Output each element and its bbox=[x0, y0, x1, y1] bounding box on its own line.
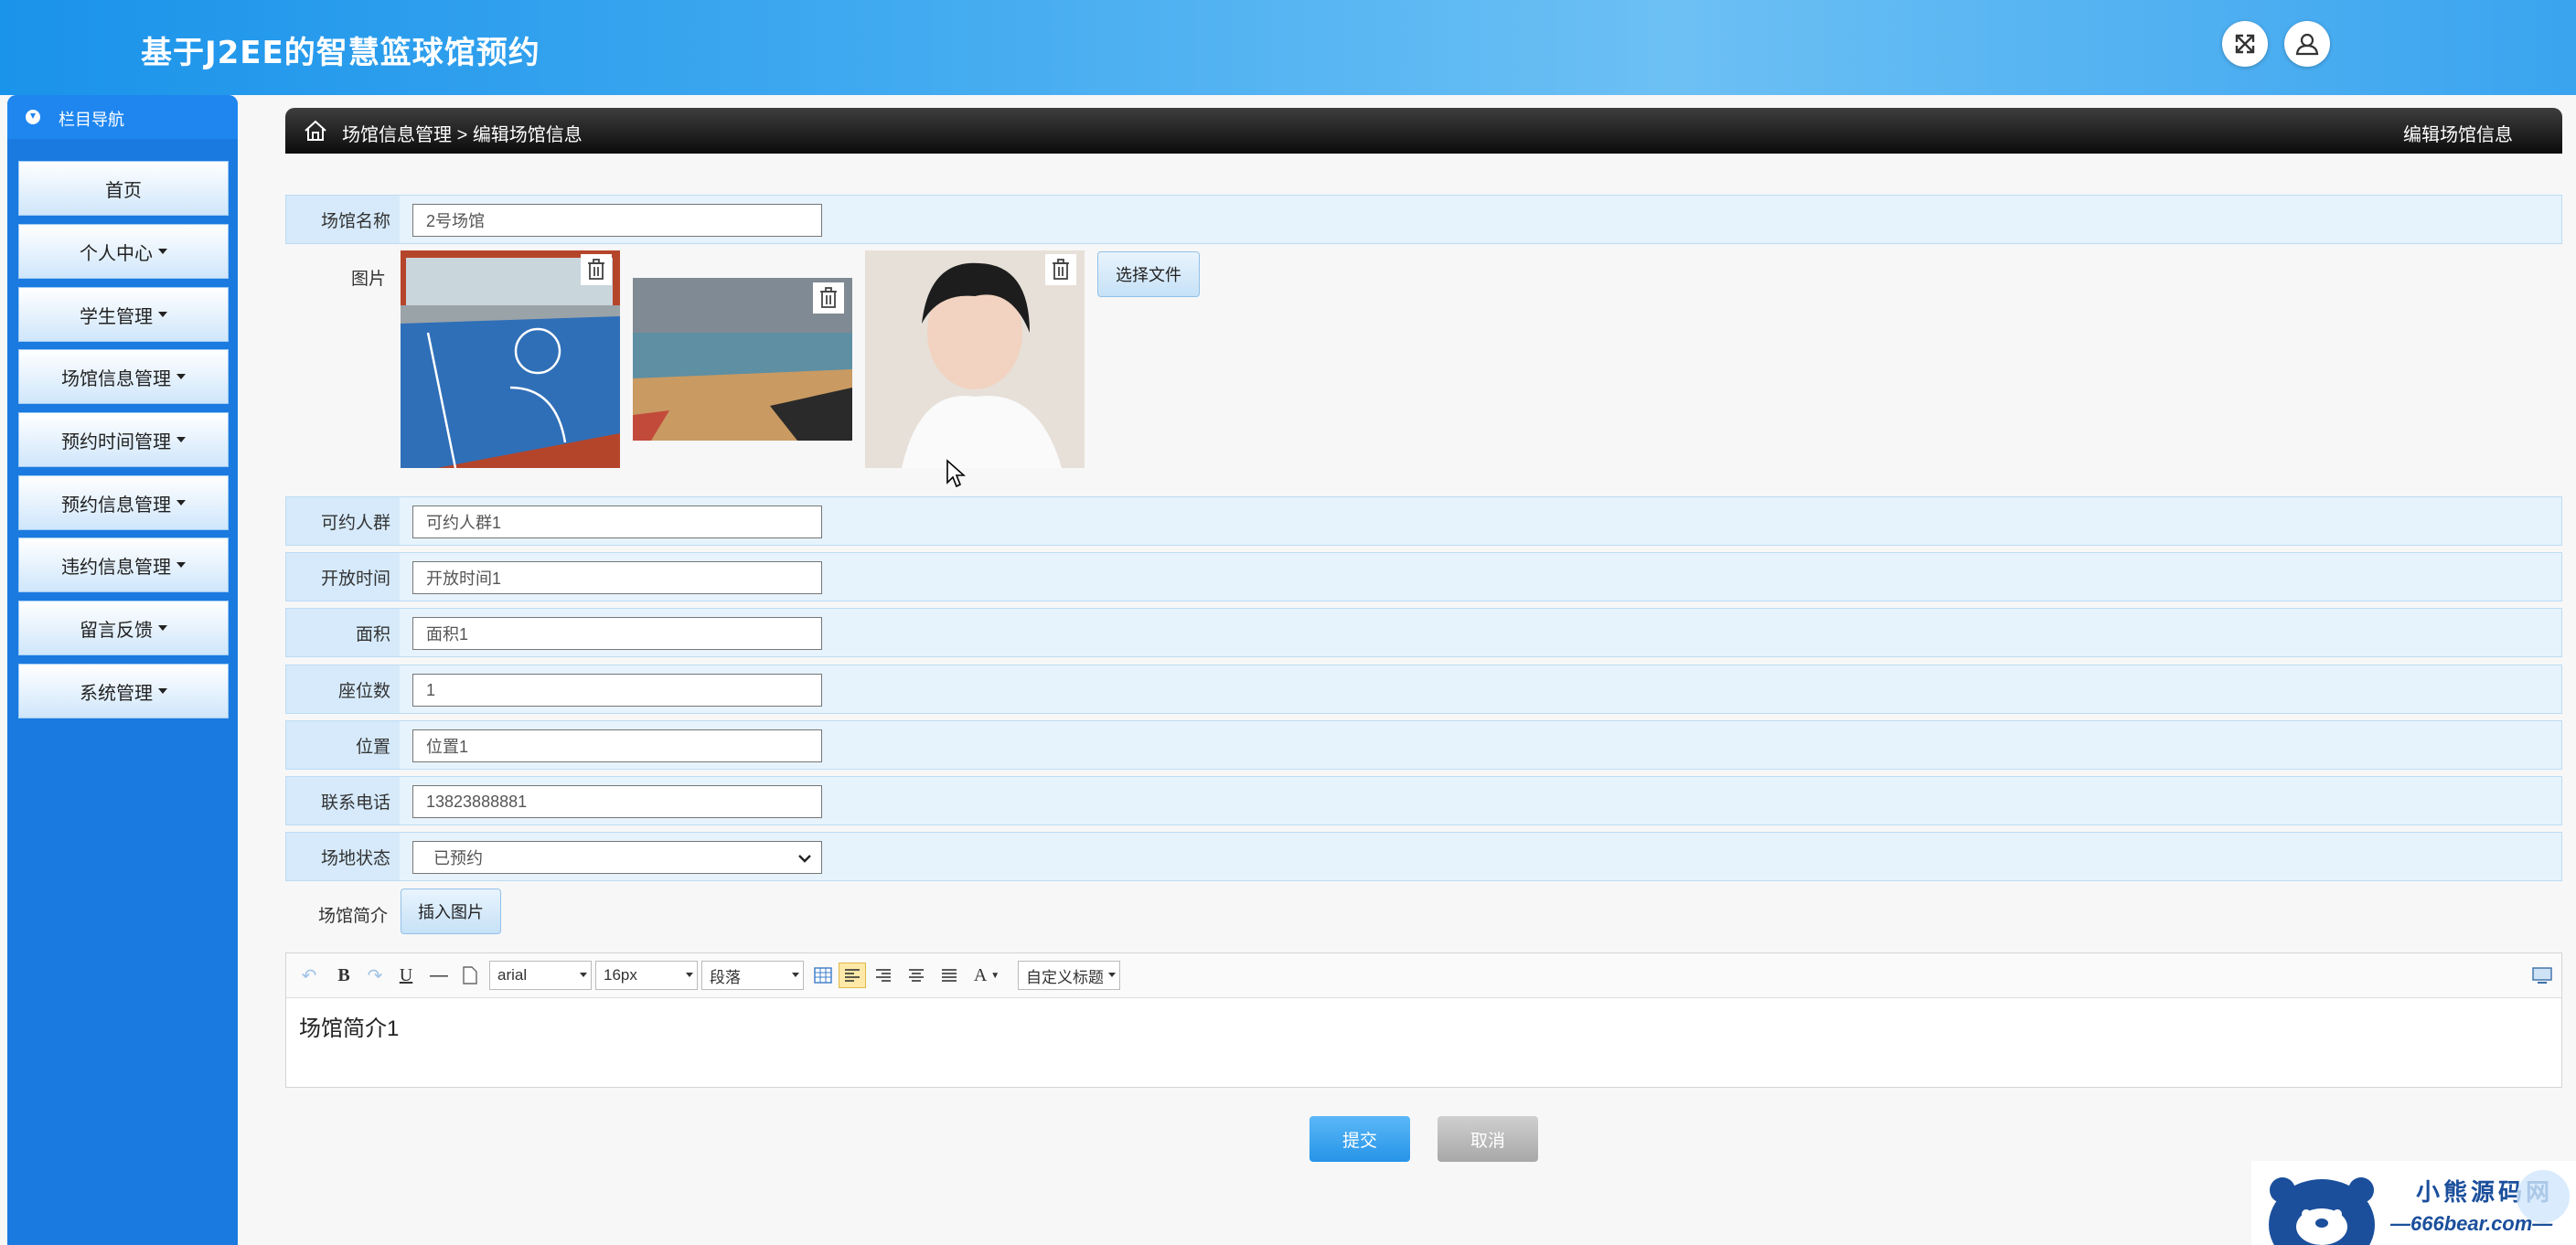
chevron-down-icon bbox=[158, 688, 167, 694]
delete-image-2-button[interactable] bbox=[813, 282, 844, 314]
underline-icon[interactable]: U bbox=[394, 963, 418, 988]
sidebar: 栏目导航 首页 个人中心 学生管理 场馆信息管理 预约时间管理 预约信息管理 违… bbox=[7, 95, 238, 1245]
user-icon bbox=[2295, 33, 2319, 56]
form-row-phone: 联系电话 13823888881 bbox=[285, 776, 2562, 825]
chevron-down-icon bbox=[686, 973, 693, 977]
home-icon[interactable] bbox=[304, 120, 327, 142]
status-label: 场地状态 bbox=[286, 833, 400, 880]
mouse-cursor-icon bbox=[946, 459, 966, 488]
delete-image-3-button[interactable] bbox=[1045, 254, 1076, 285]
sidebar-item-booking-info[interactable]: 预约信息管理 bbox=[18, 475, 229, 530]
font-family-select[interactable]: arial bbox=[489, 961, 592, 990]
redo-icon[interactable]: ↷ bbox=[363, 963, 387, 988]
chevron-down-icon bbox=[176, 374, 186, 379]
undo-icon[interactable]: ↶ bbox=[297, 963, 321, 988]
editor-content[interactable]: 场馆简介1 bbox=[299, 1010, 399, 1042]
font-size-select[interactable]: 16px bbox=[595, 961, 698, 990]
horizontal-rule-icon[interactable]: — bbox=[427, 963, 451, 988]
audience-input[interactable]: 可约人群1 bbox=[412, 505, 822, 538]
open-time-input[interactable]: 开放时间1 bbox=[412, 561, 822, 594]
chevron-down-icon bbox=[792, 973, 799, 977]
collapse-icon[interactable] bbox=[26, 110, 40, 124]
sidebar-item-feedback[interactable]: 留言反馈 bbox=[18, 601, 229, 655]
expand-icon bbox=[2235, 34, 2255, 54]
font-color-icon[interactable]: A ▼ bbox=[970, 963, 1003, 988]
audience-label: 可约人群 bbox=[286, 497, 400, 545]
seats-label: 座位数 bbox=[286, 665, 400, 713]
back-to-top-button[interactable] bbox=[2517, 1170, 2570, 1223]
paragraph-select[interactable]: 段落 bbox=[701, 961, 804, 990]
open-time-label: 开放时间 bbox=[286, 553, 400, 601]
insert-image-button[interactable]: 插入图片 bbox=[401, 889, 501, 934]
form-row-open-time: 开放时间 开放时间1 bbox=[285, 552, 2562, 601]
chevron-down-icon bbox=[176, 437, 186, 442]
app-header: 基于J2EE的智慧篮球馆预约 bbox=[0, 0, 2576, 95]
trash-icon bbox=[1053, 259, 1069, 280]
new-document-icon[interactable] bbox=[460, 963, 480, 988]
form-row-audience: 可约人群 可约人群1 bbox=[285, 496, 2562, 546]
submit-button[interactable]: 提交 bbox=[1309, 1116, 1410, 1162]
sidebar-item-venues[interactable]: 场馆信息管理 bbox=[18, 349, 229, 404]
sidebar-item-booking-time[interactable]: 预约时间管理 bbox=[18, 412, 229, 467]
delete-image-1-button[interactable] bbox=[581, 254, 612, 285]
chevron-down-icon bbox=[798, 855, 811, 863]
phone-input[interactable]: 13823888881 bbox=[412, 785, 822, 818]
chevron-down-icon bbox=[158, 249, 167, 254]
page-title: 编辑场馆信息 bbox=[2403, 125, 2513, 145]
form-row-area: 面积 面积1 bbox=[285, 608, 2562, 657]
trash-icon bbox=[588, 259, 604, 280]
area-input[interactable]: 面积1 bbox=[412, 617, 822, 650]
breadcrumb-current: 编辑场馆信息 bbox=[472, 125, 583, 145]
custom-title-select[interactable]: 自定义标题 bbox=[1018, 961, 1120, 990]
watermark: 小熊源码网 —666bear.com— bbox=[2251, 1161, 2576, 1245]
cancel-button[interactable]: 取消 bbox=[1438, 1116, 1538, 1162]
form-row-venue-name: 场馆名称 2号场馆 bbox=[285, 195, 2562, 244]
sidebar-nav-header: 栏目导航 bbox=[7, 95, 238, 139]
form-row-seats: 座位数 1 bbox=[285, 665, 2562, 714]
fullscreen-button[interactable] bbox=[2222, 21, 2268, 67]
venue-name-label: 场馆名称 bbox=[286, 196, 400, 243]
choose-file-button[interactable]: 选择文件 bbox=[1097, 251, 1200, 297]
chevron-down-icon bbox=[1108, 973, 1116, 977]
chevron-down-icon bbox=[158, 312, 167, 317]
seats-input[interactable]: 1 bbox=[412, 674, 822, 707]
align-center-icon[interactable] bbox=[904, 963, 928, 988]
form-row-location: 位置 位置1 bbox=[285, 720, 2562, 770]
phone-label: 联系电话 bbox=[286, 777, 400, 825]
bear-logo-icon bbox=[2269, 1177, 2375, 1245]
breadcrumb-parent[interactable]: 场馆信息管理 bbox=[342, 125, 452, 145]
align-left-icon[interactable] bbox=[839, 963, 866, 988]
chevron-down-icon bbox=[580, 973, 587, 977]
sidebar-item-personal[interactable]: 个人中心 bbox=[18, 224, 229, 279]
sidebar-nav-title: 栏目导航 bbox=[59, 111, 124, 129]
status-select[interactable]: 已预约 bbox=[412, 841, 822, 874]
location-input[interactable]: 位置1 bbox=[412, 729, 822, 762]
sidebar-item-home[interactable]: 首页 bbox=[18, 161, 229, 216]
align-justify-icon[interactable] bbox=[937, 963, 961, 988]
align-right-icon[interactable] bbox=[871, 963, 895, 988]
trash-icon bbox=[820, 287, 837, 308]
venue-name-input[interactable]: 2号场馆 bbox=[412, 204, 822, 237]
chevron-down-icon bbox=[176, 562, 186, 568]
app-title: 基于J2EE的智慧篮球馆预约 bbox=[141, 35, 540, 71]
sidebar-item-violations[interactable]: 违约信息管理 bbox=[18, 537, 229, 592]
sidebar-item-students[interactable]: 学生管理 bbox=[18, 287, 229, 342]
source-view-icon[interactable] bbox=[2530, 963, 2554, 988]
sidebar-item-system[interactable]: 系统管理 bbox=[18, 664, 229, 718]
location-label: 位置 bbox=[286, 721, 400, 769]
bold-icon[interactable]: B bbox=[332, 963, 356, 988]
breadcrumb-separator: > bbox=[456, 125, 468, 145]
area-label: 面积 bbox=[286, 609, 400, 656]
form-row-status: 场地状态 已预约 bbox=[285, 832, 2562, 881]
breadcrumb: 场馆信息管理 > 编辑场馆信息 编辑场馆信息 bbox=[285, 108, 2562, 154]
intro-label: 场馆简介 bbox=[317, 907, 388, 926]
editor-toolbar: ↶ B ↷ U — arial 16px 段落 A ▼ 自定义标题 bbox=[286, 953, 2561, 998]
user-button[interactable] bbox=[2284, 21, 2330, 67]
chevron-down-icon bbox=[158, 625, 167, 631]
rich-text-editor: ↶ B ↷ U — arial 16px 段落 A ▼ 自定义标题 场馆简介1 bbox=[285, 952, 2562, 1088]
images-label: 图片 bbox=[350, 270, 386, 289]
table-icon[interactable] bbox=[811, 963, 835, 988]
chevron-down-icon bbox=[176, 500, 186, 505]
